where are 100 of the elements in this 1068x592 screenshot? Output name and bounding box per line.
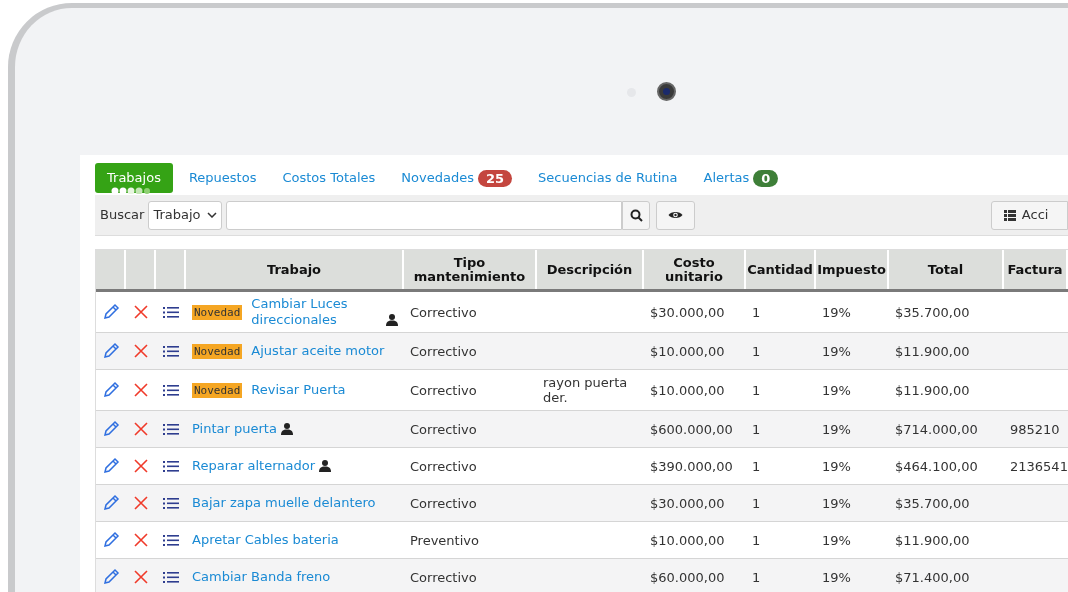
table-cell-text: 1 (751, 343, 762, 359)
list-icon[interactable] (163, 533, 179, 547)
table-cell-text: $11.900,00 (894, 343, 971, 359)
job-link[interactable]: Bajar zapa muelle delantero (192, 495, 376, 511)
table-cell-text: $714.000,00 (894, 421, 979, 437)
table-cell-text: $11.900,00 (894, 382, 971, 398)
pencil-icon[interactable] (102, 531, 120, 549)
table-cell-text: Preventivo (409, 532, 480, 548)
table-cell-text: $10.000,00 (649, 532, 726, 548)
list-icon[interactable] (163, 422, 179, 436)
table-cell-text: $71.400,00 (894, 569, 971, 585)
tab[interactable]: Repuestos (176, 163, 269, 193)
table-cell-text: 1 (751, 304, 762, 320)
table-cell-text: 1 (751, 495, 762, 511)
table-cell-text: 1 (751, 532, 762, 548)
filter-select[interactable]: Trabajo (148, 200, 223, 230)
table-cell-text: Correctivo (409, 495, 478, 511)
pencil-icon[interactable] (102, 420, 120, 438)
column-header[interactable]: Impuesto (817, 262, 886, 277)
tab[interactable]: Secuencias de Rutina (526, 163, 690, 193)
novedad-tag: Novedad (192, 304, 243, 320)
pencil-icon[interactable] (102, 494, 120, 512)
delete-icon[interactable] (133, 458, 149, 474)
table-cell-text: Correctivo (409, 304, 478, 320)
table-cell-text: 1 (751, 382, 762, 398)
job-link[interactable]: Cambiar Banda freno (192, 569, 331, 585)
list-icon (1003, 209, 1016, 221)
count-badge: 25 (478, 169, 513, 187)
pencil-icon[interactable] (102, 342, 120, 360)
table-cell-text: 1 (751, 421, 762, 437)
table-cell-text: Correctivo (409, 343, 478, 359)
list-icon[interactable] (163, 344, 179, 358)
pencil-icon[interactable] (102, 568, 120, 586)
delete-icon[interactable] (133, 569, 149, 585)
table-cell-text: 1 (751, 458, 762, 474)
table-cell-text: 19% (821, 495, 852, 511)
table-cell-text: Correctivo (409, 458, 478, 474)
search-field[interactable] (226, 200, 622, 230)
table-cell-text: rayon puerta der. (542, 375, 629, 405)
table-cell-text: 19% (821, 458, 852, 474)
table-cell-text: Correctivo (409, 569, 478, 585)
actions-button[interactable]: Acci (990, 200, 1068, 230)
table-cell-text: $35.700,00 (894, 304, 971, 320)
pencil-icon[interactable] (102, 303, 120, 321)
search-icon (629, 208, 643, 222)
job-link[interactable]: Apretar Cables bateria (192, 532, 339, 548)
pencil-icon[interactable] (102, 457, 120, 475)
job-link[interactable]: Ajustar aceite motor (251, 343, 385, 359)
table-cell-text: $464.100,00 (894, 458, 979, 474)
delete-icon[interactable] (133, 532, 149, 548)
tab[interactable]: Trabajos (95, 163, 173, 193)
table-cell-text: Correctivo (409, 382, 478, 398)
job-link[interactable]: Revisar Puerta (251, 382, 346, 398)
camera-icon (657, 82, 676, 101)
pencil-icon[interactable] (102, 381, 120, 399)
table-cell-text: 19% (821, 569, 852, 585)
column-header[interactable]: Factura (1007, 262, 1063, 277)
list-icon[interactable] (163, 305, 179, 319)
table-cell-text: $10.000,00 (649, 382, 726, 398)
table-cell-text: 19% (821, 532, 852, 548)
list-icon[interactable] (163, 459, 179, 473)
table-cell-text: 19% (821, 382, 852, 398)
tab[interactable]: Alertas 0 (691, 163, 791, 193)
delete-icon[interactable] (133, 382, 149, 398)
table-cell-text: $30.000,00 (649, 495, 726, 511)
column-header[interactable]: Tipo mantenimiento (404, 255, 535, 284)
table-cell-text: 1 (751, 569, 762, 585)
column-header[interactable]: Total (927, 262, 964, 277)
chevron-icon (207, 212, 218, 218)
list-icon[interactable] (163, 496, 179, 510)
table-cell-text: $35.700,00 (894, 495, 971, 511)
table-cell-text: 985210 (1009, 421, 1061, 437)
table-cell-text: $30.000,00 (649, 304, 726, 320)
table-cell-text: 2136541 (1009, 458, 1068, 474)
table-cell-text: 19% (821, 304, 852, 320)
delete-icon[interactable] (133, 495, 149, 511)
tab[interactable]: Novedades 25 (389, 163, 525, 193)
column-header[interactable]: Trabajo (266, 262, 322, 277)
delete-icon[interactable] (133, 421, 149, 437)
table-cell-text: 19% (821, 421, 852, 437)
view-button[interactable] (656, 200, 695, 230)
table-cell-text: $11.900,00 (894, 532, 971, 548)
job-link[interactable]: Cambiar Luces direccionales (251, 296, 382, 328)
tab[interactable]: Costos Totales (270, 163, 388, 193)
job-link[interactable]: Reparar alternador (192, 458, 315, 474)
table-cell-text: $10.000,00 (649, 343, 726, 359)
column-header[interactable]: Descripción (546, 262, 633, 277)
table-cell-text: $600.000,00 (649, 421, 734, 437)
delete-icon[interactable] (133, 343, 149, 359)
count-badge: 0 (753, 169, 779, 187)
column-header[interactable]: Cantidad (747, 262, 813, 277)
delete-icon[interactable] (133, 304, 149, 320)
list-icon[interactable] (163, 570, 179, 584)
table-cell-text: $60.000,00 (649, 569, 726, 585)
job-link[interactable]: Pintar puerta (192, 421, 277, 437)
novedad-tag: Novedad (192, 343, 243, 359)
list-icon[interactable] (163, 383, 179, 397)
search-button[interactable] (621, 200, 651, 230)
column-header[interactable]: Costo unitario (644, 255, 744, 284)
novedad-tag: Novedad (192, 382, 243, 398)
